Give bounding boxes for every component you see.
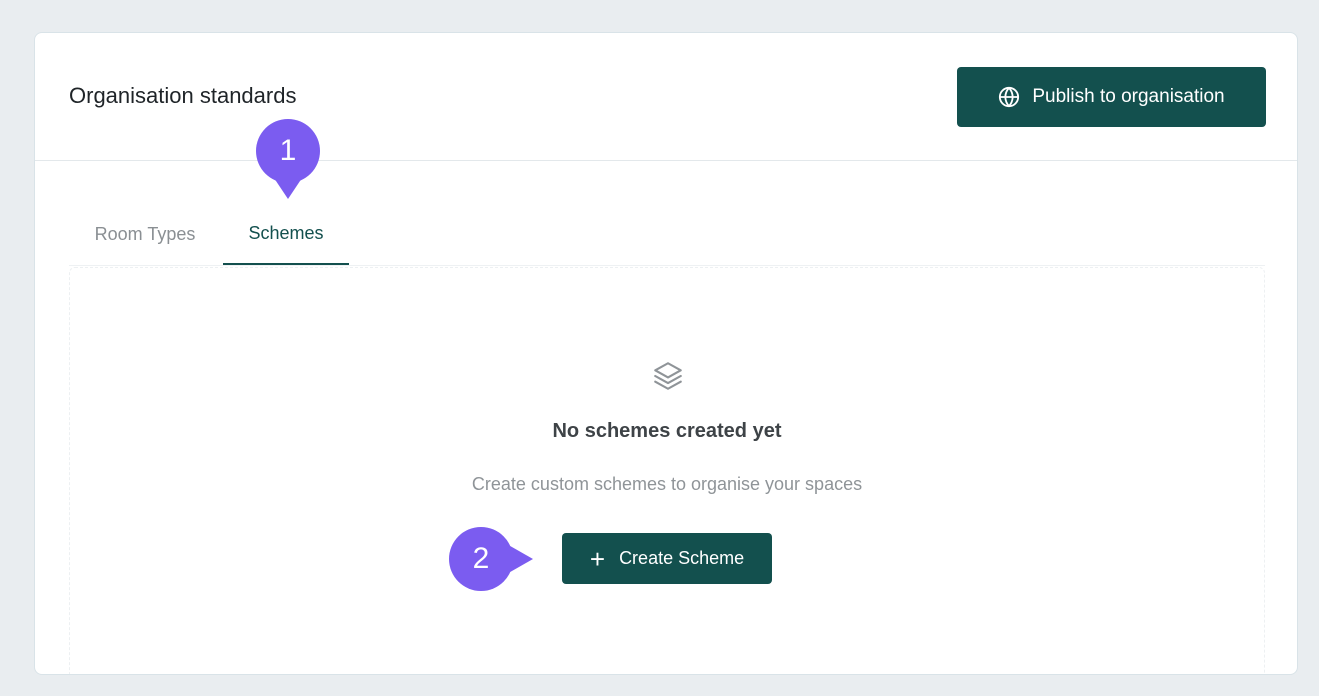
create-scheme-button[interactable]: + Create Scheme — [562, 533, 772, 584]
schemes-empty-panel — [69, 267, 1265, 674]
step-marker-number: 1 — [279, 134, 297, 167]
plus-icon: + — [589, 543, 606, 574]
tab-bar: Room Types Schemes — [69, 203, 1265, 266]
publish-to-organisation-button[interactable]: Publish to organisation — [957, 67, 1266, 127]
step-marker-number: 2 — [472, 542, 490, 575]
empty-state-title: No schemes created yet — [552, 420, 782, 442]
create-scheme-label: Create Scheme — [619, 548, 745, 568]
tab-schemes[interactable]: Schemes — [223, 203, 349, 265]
publish-button-label: Publish to organisation — [1032, 86, 1225, 107]
empty-state-subtitle: Create custom schemes to organise your s… — [471, 474, 863, 494]
organisation-standards-card: Organisation standards Publish to organi… — [34, 32, 1298, 675]
step-marker-2: 2 — [449, 527, 533, 591]
page-title: Organisation standards — [69, 83, 297, 108]
globe-icon — [998, 86, 1020, 108]
card-header: Organisation standards Publish to organi… — [35, 33, 1297, 161]
tab-room-types[interactable]: Room Types — [89, 203, 201, 265]
step-marker-1: 1 — [256, 119, 320, 199]
layers-icon — [649, 357, 687, 395]
